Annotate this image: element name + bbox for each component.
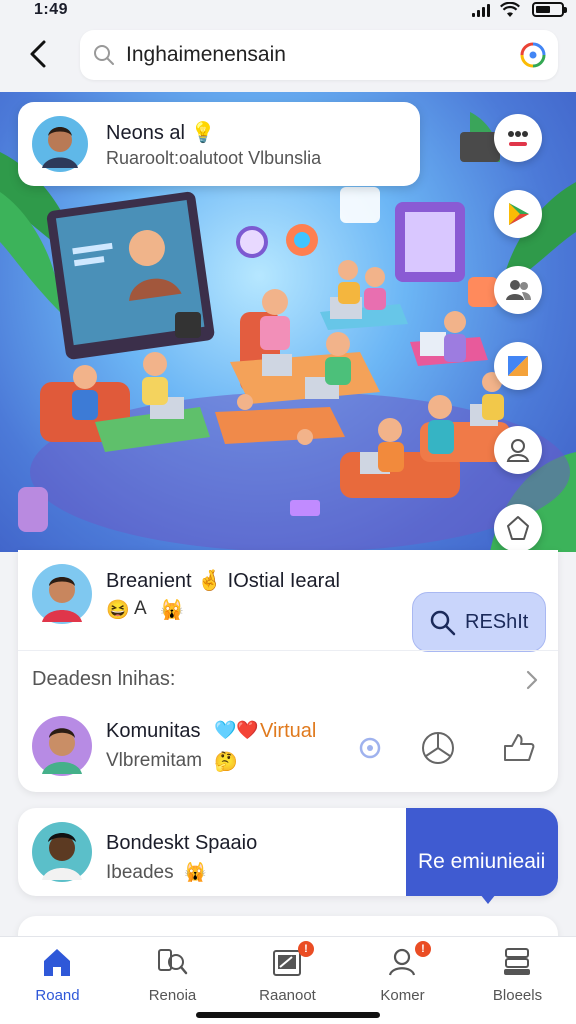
bottom-nav: Roand Renoia ! Raanoot ! Komer Bloeels [0, 936, 576, 1024]
emoji: 🤔 [214, 752, 238, 773]
nav-item-report[interactable]: ! Raanoot [230, 937, 345, 1007]
main-feed-card: Breanient 🤞 IOstial Iearal 😆 A 🙀 REShIt … [18, 550, 558, 792]
button-pointer [480, 894, 496, 904]
stack-icon [504, 948, 530, 975]
space-subtitle: Ibeades [106, 862, 174, 883]
location-icon[interactable] [354, 732, 386, 764]
status-time: 1:49 [34, 1, 69, 18]
search-icon [94, 45, 114, 65]
search-icon [430, 610, 456, 636]
space-card[interactable]: Bondeskt Spaaio Ibeades 🙀 Re emiunieaii [18, 808, 558, 896]
search-list-icon [158, 949, 188, 975]
person-icon [506, 439, 530, 462]
send-icon [508, 356, 528, 376]
nav-label: Roand [35, 987, 80, 1004]
home-icon [44, 949, 70, 976]
post-subtitle: Ruaroolt:oalutoot Vlbunslia [106, 148, 322, 168]
notification-badge: ! [298, 941, 314, 957]
section-heading: Deadesn lnihas: [32, 668, 176, 690]
post-title: Neons al 💡 [106, 122, 216, 144]
community-accent-name: Virtual [260, 720, 317, 742]
shape-icon [507, 516, 529, 540]
google-lens-icon[interactable] [520, 42, 546, 68]
nav-label: Raanoot [259, 987, 316, 1004]
emoji: 🩵 [214, 720, 237, 740]
more-icon [508, 131, 528, 146]
back-arrow-icon[interactable] [24, 36, 56, 72]
row-title: Breanient 🤞 IOstial Iearal [106, 570, 340, 592]
notification-badge: ! [415, 941, 431, 957]
result-button[interactable]: REShIt [412, 592, 546, 652]
shape-button[interactable] [494, 504, 542, 552]
user-avatar[interactable] [32, 564, 92, 624]
nav-item-home[interactable]: Roand [0, 937, 115, 1007]
community-subtitle: Vlbremitam [106, 750, 203, 771]
emoji: ❤️ [236, 720, 259, 740]
home-indicator [196, 1012, 380, 1018]
user-avatar[interactable] [32, 116, 88, 172]
emoji: 🙀 [184, 862, 207, 882]
user-avatar[interactable] [32, 822, 92, 882]
nav-item-search[interactable]: Renoia [115, 937, 230, 1007]
community-row[interactable]: Komunitas 🩵 ❤️ Virtual Vlbremitam 🤔 [18, 700, 558, 792]
person-icon [388, 948, 416, 976]
chevron-right-icon[interactable] [520, 668, 544, 692]
hero-post-card[interactable]: Neons al 💡 Ruaroolt:oalutoot Vlbunslia [18, 102, 420, 186]
status-bar: 1:49 [0, 0, 576, 24]
feed-row[interactable]: Breanient 🤞 IOstial Iearal 😆 A 🙀 REShIt [18, 550, 558, 652]
play-button[interactable] [494, 190, 542, 238]
play-icon [509, 203, 529, 225]
communicate-button-label: Re emiunieaii [418, 850, 546, 873]
chart-icon[interactable] [420, 730, 456, 766]
nav-item-community[interactable]: ! Komer [345, 937, 460, 1007]
people-icon [506, 280, 531, 300]
communicate-button[interactable]: Re emiunieaii [406, 808, 558, 896]
user-avatar[interactable] [32, 716, 92, 776]
search-bar[interactable] [80, 30, 558, 80]
nav-label: Renoia [148, 987, 197, 1004]
more-options-button[interactable] [494, 114, 542, 162]
thumbs-up-icon[interactable] [500, 730, 536, 766]
community-name: Komunitas [106, 720, 201, 742]
people-button[interactable] [494, 266, 542, 314]
profile-button[interactable] [494, 426, 542, 474]
nav-label: Bloeels [492, 987, 543, 1004]
divider [18, 650, 558, 651]
search-input[interactable] [126, 38, 486, 72]
nav-item-more[interactable]: Bloeels [460, 937, 575, 1007]
battery-icon [532, 2, 567, 17]
tag-letter: A [134, 598, 147, 619]
result-button-label: REShIt [465, 611, 529, 633]
wifi-icon [500, 2, 520, 17]
send-button[interactable] [494, 342, 542, 390]
reaction-emoji: 😆 [106, 600, 130, 621]
space-name: Bondeskt Spaaio [106, 832, 258, 854]
signal-icon [472, 3, 492, 17]
reaction-emoji: 🙀 [160, 600, 184, 621]
nav-label: Komer [380, 987, 425, 1004]
